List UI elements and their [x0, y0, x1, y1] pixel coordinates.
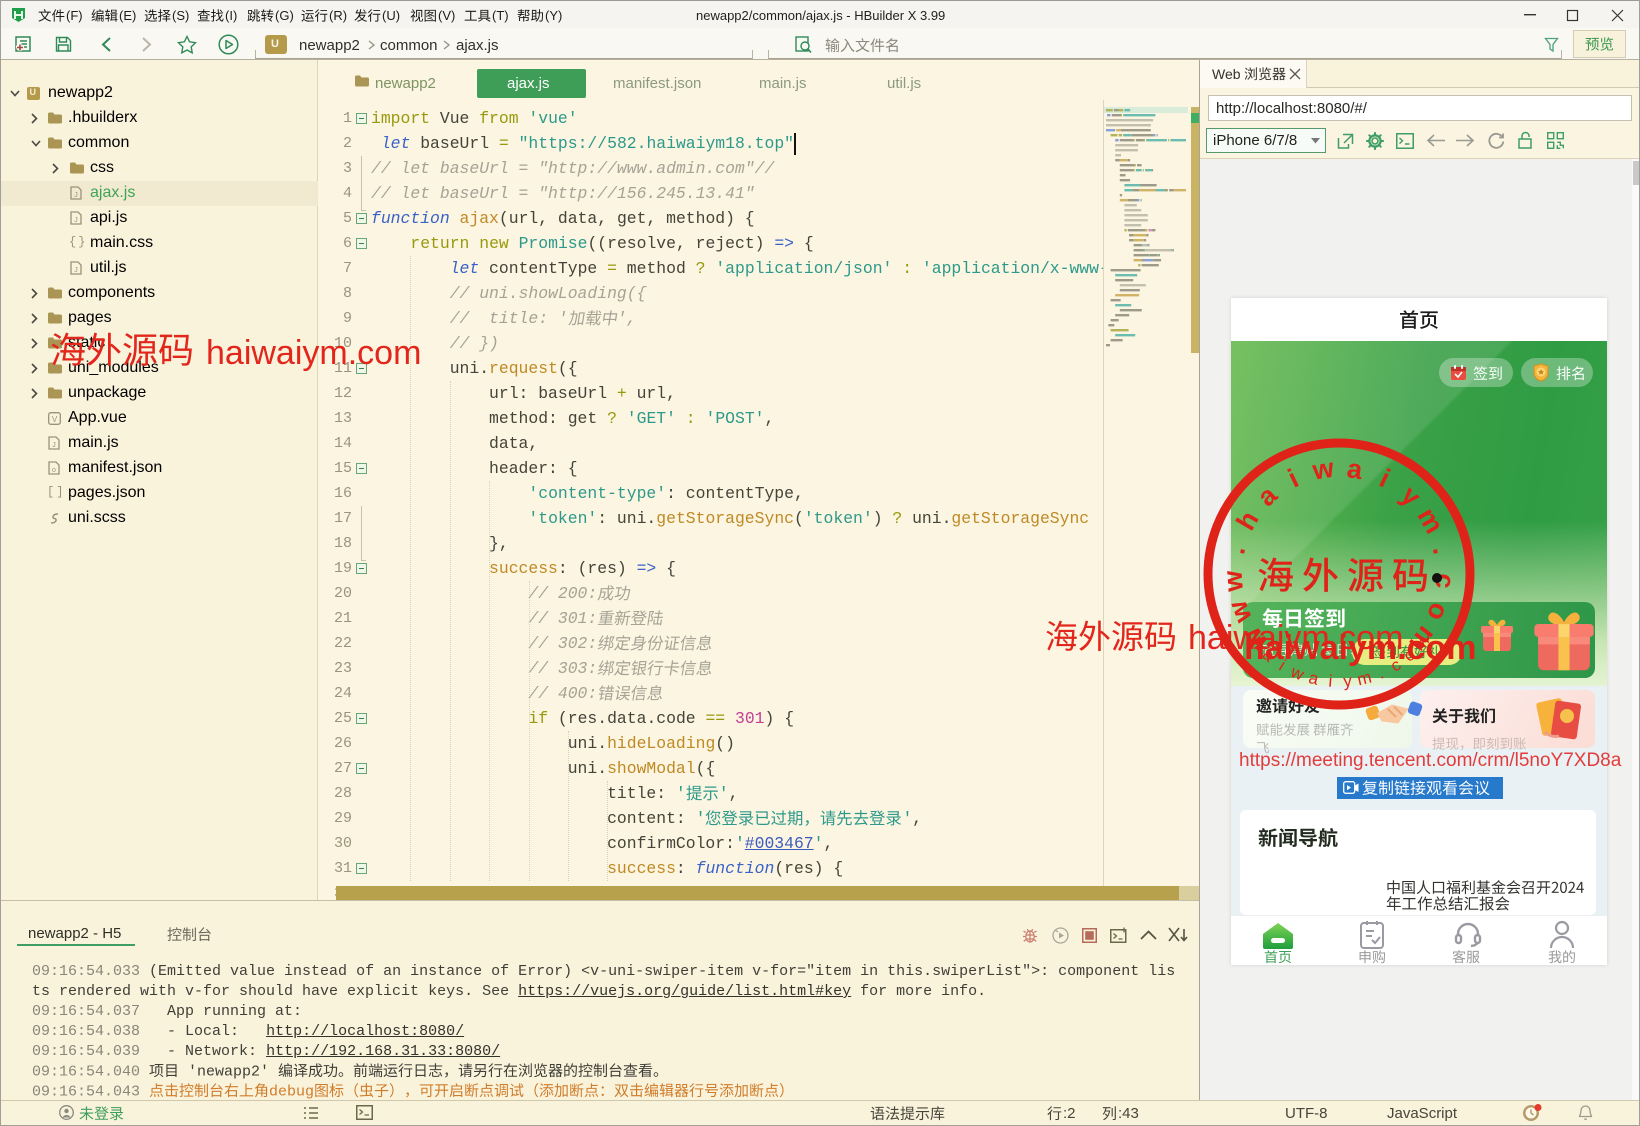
svg-text:a: a	[1251, 479, 1283, 512]
svg-text:m: m	[1355, 668, 1373, 690]
svg-text:i: i	[1375, 463, 1395, 493]
svg-text:.: .	[1220, 543, 1251, 557]
svg-text:y: y	[1343, 671, 1353, 691]
svg-text:i: i	[1328, 671, 1333, 690]
svg-text:y: y	[1395, 480, 1426, 512]
svg-text:J: J	[74, 217, 78, 224]
svg-text:.: .	[1427, 543, 1458, 557]
svg-text:m: m	[1412, 503, 1450, 539]
svg-text:w: w	[1217, 569, 1248, 594]
svg-text:i: i	[1283, 463, 1303, 493]
svg-text:J: J	[52, 442, 56, 449]
svg-text:J: J	[74, 267, 78, 274]
svg-text:w: w	[1222, 596, 1258, 628]
svg-text:J: J	[74, 192, 78, 199]
svg-text:o: o	[52, 467, 56, 474]
svg-text:V: V	[52, 415, 58, 424]
svg-text:h: h	[1230, 506, 1264, 535]
svg-text:w: w	[1310, 453, 1337, 486]
svg-text:a: a	[1307, 668, 1321, 689]
svg-text:a: a	[1345, 453, 1365, 485]
svg-text:o: o	[1421, 599, 1455, 625]
